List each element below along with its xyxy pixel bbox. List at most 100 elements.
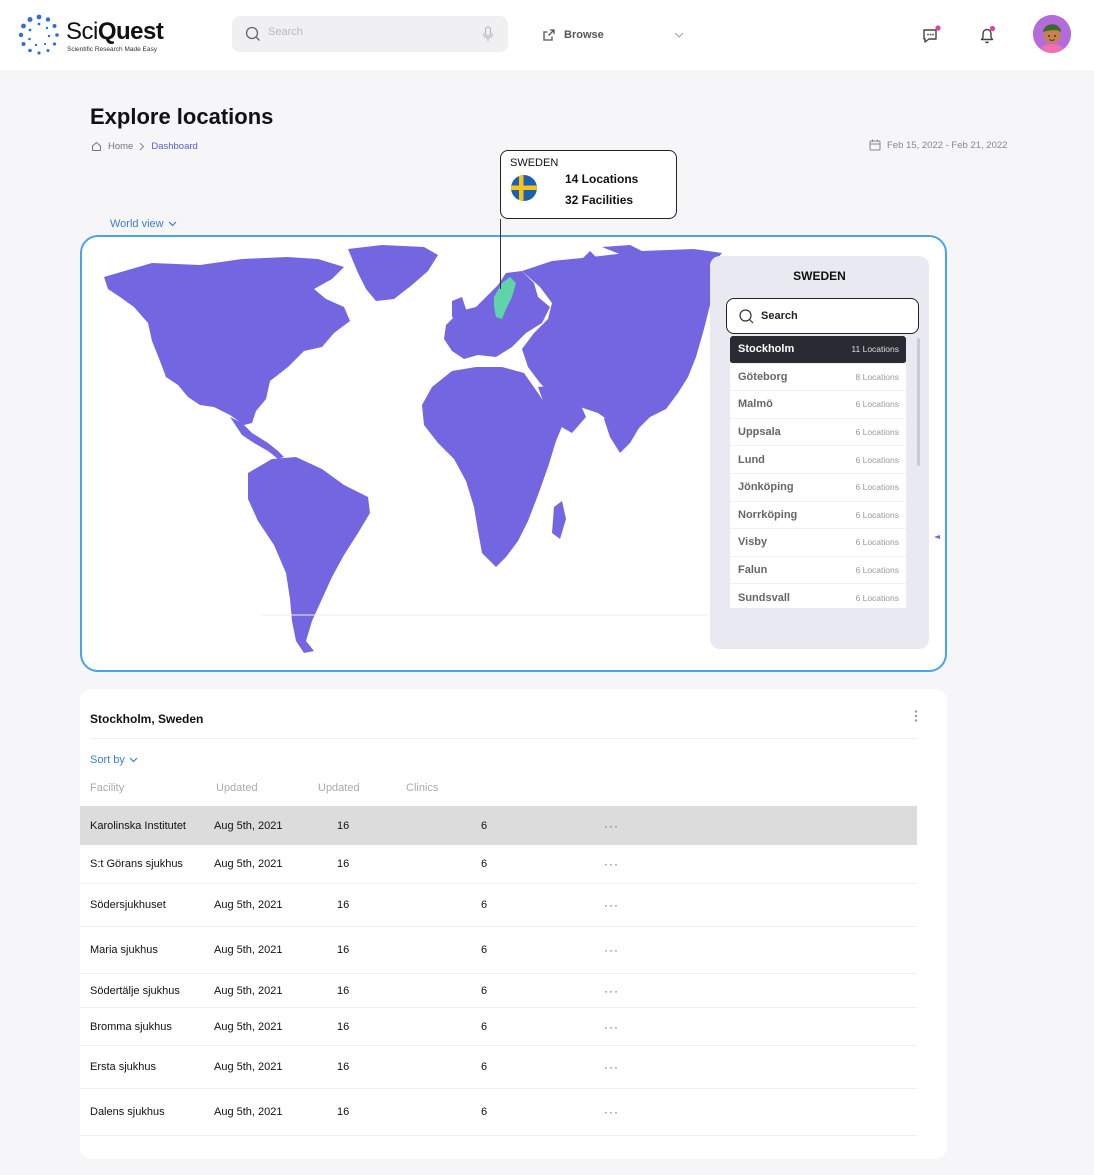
city-count: 6 Locations: [855, 592, 899, 603]
facility-name: Dalens sjukhus: [90, 1106, 165, 1118]
city-count: 6 Locations: [855, 427, 899, 438]
list-item[interactable]: Norrköping 6 Locations: [730, 502, 906, 530]
updated-count: 16: [337, 819, 350, 832]
clinics-count: 6: [481, 819, 488, 832]
date-range-picker[interactable]: Feb 15, 2022 - Feb 21, 2022: [869, 139, 1007, 151]
chevron-right-icon: [139, 142, 145, 151]
list-item[interactable]: Falun 6 Locations: [730, 557, 906, 585]
breadcrumb-home[interactable]: Home: [108, 141, 133, 152]
city-name: Norrköping: [738, 508, 798, 521]
brand-name: SciQuest: [66, 18, 164, 46]
tooltip-facilities: 32 Facilities: [565, 193, 634, 207]
updated-date: Aug 5th, 2021: [214, 819, 283, 832]
clinics-count: 6: [481, 1020, 488, 1033]
list-scrollbar[interactable]: [917, 338, 920, 466]
world-view-label: World view: [110, 218, 164, 230]
north-america-landmass[interactable]: [104, 257, 350, 425]
list-item[interactable]: Uppsala 6 Locations: [730, 419, 906, 447]
tooltip-country: SWEDEN: [510, 157, 559, 169]
more-vertical-icon[interactable]: [912, 709, 920, 723]
chevron-down-icon: [674, 32, 684, 38]
user-avatar[interactable]: [1033, 15, 1071, 53]
row-actions-icon[interactable]: ···: [604, 1105, 619, 1119]
browse-dropdown[interactable]: Browse: [542, 26, 684, 44]
brand-tagline: Scientific Research Made Easy: [67, 46, 157, 53]
city-name: Stockholm: [738, 343, 795, 356]
australia-dot[interactable]: [934, 535, 940, 539]
updated-date: Aug 5th, 2021: [214, 1020, 283, 1033]
country-panel: SWEDEN Search Stockholm 11 Locations Göte…: [710, 256, 929, 649]
external-link-icon: [543, 29, 555, 41]
row-actions-icon[interactable]: ···: [604, 943, 619, 957]
clinics-count: 6: [481, 944, 488, 956]
clinics-count: 6: [481, 1061, 488, 1073]
facility-name: Ersta sjukhus: [90, 1061, 157, 1073]
updated-count: 16: [337, 1020, 350, 1033]
row-actions-icon[interactable]: ···: [604, 898, 619, 912]
list-item[interactable]: Stockholm 11 Locations: [730, 336, 906, 364]
facility-name: Bromma sjukhus: [90, 1020, 172, 1033]
list-item[interactable]: Jönköping 6 Locations: [730, 474, 906, 502]
clinics-count: 6: [481, 858, 488, 870]
list-item[interactable]: Göteborg 8 Locations: [730, 364, 906, 392]
column-header-updated-count[interactable]: Updated: [318, 782, 360, 794]
avatar-face-icon: [1033, 15, 1071, 53]
table-row[interactable]: Dalens sjukhus Aug 5th, 2021 16 6 ···: [80, 1089, 917, 1136]
row-actions-icon[interactable]: ···: [604, 1060, 619, 1074]
sweden-flag-icon: [511, 175, 537, 201]
panel-country-title: SWEDEN: [793, 269, 846, 283]
table-row[interactable]: Bromma sjukhus Aug 5th, 2021 16 6 ···: [80, 1008, 917, 1046]
messages-icon[interactable]: [920, 24, 942, 46]
row-actions-icon[interactable]: ···: [604, 857, 619, 871]
city-name: Visby: [738, 536, 768, 549]
updated-count: 16: [337, 899, 350, 911]
india-landmass[interactable]: [604, 405, 642, 453]
updated-date: Aug 5th, 2021: [214, 1106, 283, 1118]
breadcrumb-dashboard[interactable]: Dashboard: [151, 141, 197, 152]
row-actions-icon[interactable]: ···: [604, 984, 619, 998]
browse-label: Browse: [564, 29, 604, 41]
row-actions-icon[interactable]: ···: [604, 819, 619, 833]
updated-date: Aug 5th, 2021: [214, 899, 283, 911]
table-row[interactable]: Maria sjukhus Aug 5th, 2021 16 6 ···: [80, 927, 917, 974]
central-america-landmass[interactable]: [230, 417, 284, 459]
city-list[interactable]: Stockholm 11 Locations Göteborg 8 Location…: [730, 336, 906, 608]
facility-name: S:t Görans sjukhus: [90, 858, 183, 870]
sort-by-dropdown[interactable]: Sort by: [90, 754, 138, 766]
table-row[interactable]: S:t Görans sjukhus Aug 5th, 2021 16 6 ··…: [80, 845, 917, 884]
updated-count: 16: [337, 858, 350, 870]
brand-logo[interactable]: SciQuest Scientific Research Made Easy: [18, 14, 178, 56]
city-count: 6 Locations: [855, 482, 899, 493]
list-item[interactable]: Sundsvall 6 Locations: [730, 584, 906, 608]
search-icon: [739, 309, 754, 324]
south-america-landmass[interactable]: [248, 457, 370, 653]
global-search-input[interactable]: Search: [232, 16, 508, 52]
greenland-landmass[interactable]: [348, 245, 438, 301]
updated-date: Aug 5th, 2021: [214, 944, 283, 956]
microphone-icon[interactable]: [482, 26, 494, 42]
row-actions-icon[interactable]: ···: [604, 1020, 619, 1034]
list-item[interactable]: Lund 6 Locations: [730, 446, 906, 474]
city-search-input[interactable]: Search: [726, 298, 919, 334]
world-view-dropdown[interactable]: World view: [110, 218, 177, 230]
column-header-clinics[interactable]: Clinics: [406, 782, 438, 794]
table-row[interactable]: Södersjukhuset Aug 5th, 2021 16 6 ···: [80, 884, 917, 927]
list-item[interactable]: Visby 6 Locations: [730, 529, 906, 557]
list-item[interactable]: Malmö 6 Locations: [730, 391, 906, 419]
table-row[interactable]: Ersta sjukhus Aug 5th, 2021 16 6 ···: [80, 1046, 917, 1089]
column-header-updated[interactable]: Updated: [216, 782, 258, 794]
city-count: 6 Locations: [855, 537, 899, 548]
madagascar-landmass[interactable]: [552, 501, 566, 539]
table-row[interactable]: Karolinska Institutet Aug 5th, 2021 16 6…: [80, 806, 917, 845]
table-row[interactable]: Södertälje sjukhus Aug 5th, 2021 16 6 ··…: [80, 974, 917, 1008]
city-count: 8 Locations: [855, 371, 899, 382]
clinics-count: 6: [481, 899, 488, 911]
brand-name-part2: Quest: [97, 18, 164, 45]
bell-icon[interactable]: [976, 24, 998, 46]
updated-date: Aug 5th, 2021: [214, 1061, 283, 1073]
column-header-facility[interactable]: Facility: [90, 782, 124, 794]
updated-date: Aug 5th, 2021: [214, 984, 283, 997]
clinics-count: 6: [481, 984, 488, 997]
clinics-count: 6: [481, 1106, 488, 1118]
city-search-label: Search: [761, 310, 798, 322]
